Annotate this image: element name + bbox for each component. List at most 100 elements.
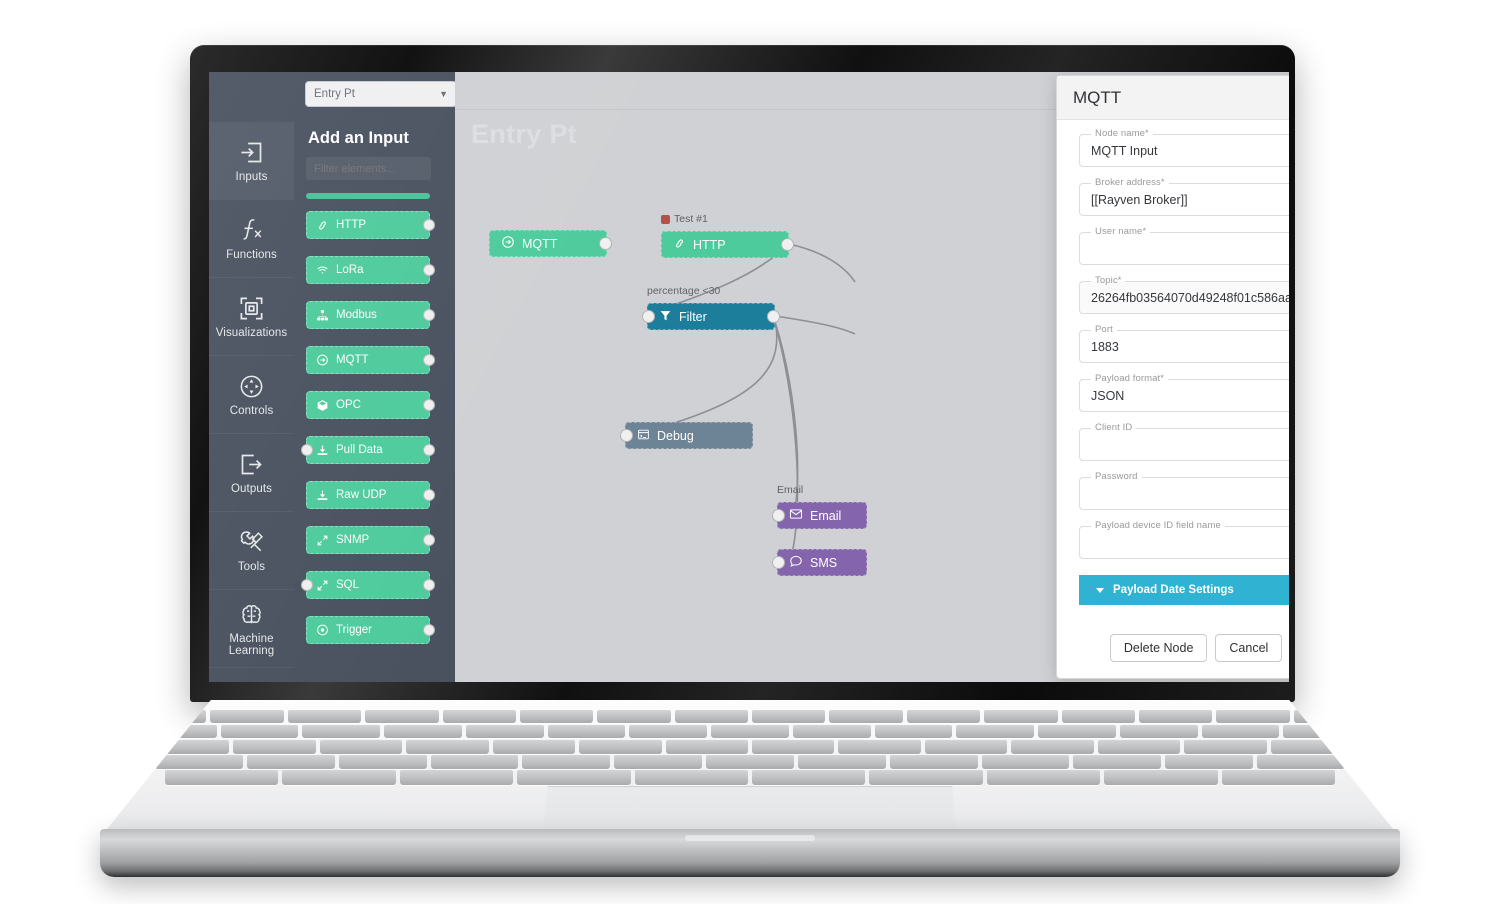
palette-item-label: HTTP [336,219,367,231]
input-port[interactable] [642,310,655,323]
output-port[interactable] [423,399,435,411]
output-port[interactable] [423,264,435,276]
filter-elements-input[interactable] [306,157,431,180]
field-payload-device-id[interactable]: Payload device ID field name [1079,520,1289,559]
field-payload-format[interactable]: Payload format* JSON [1079,373,1289,412]
keyboard-key [629,725,708,739]
palette-item-snmp[interactable]: SNMP [306,526,435,554]
sidebar-item-outputs[interactable]: Outputs [209,434,294,512]
delete-node-button[interactable]: Delete Node [1109,634,1208,662]
canvas-node-http[interactable]: HTTP [661,231,794,258]
output-port[interactable] [767,310,780,323]
output-port[interactable] [423,579,435,591]
output-port[interactable] [599,237,612,250]
node-tag-label: Test #1 [674,213,708,225]
keyboard-key [139,725,217,739]
terminal-icon [637,428,650,444]
input-port[interactable] [772,556,785,569]
keyboard-key [1104,770,1218,785]
canvas-node-debug[interactable]: Debug [620,422,753,449]
output-port[interactable] [781,238,794,251]
output-port[interactable] [423,219,435,231]
palette-item-trigger[interactable]: Trigger [306,616,435,644]
input-port[interactable] [301,579,313,591]
field-broker-address[interactable]: Broker address* [[Rayven Broker]] [1079,177,1289,216]
keyboard-key [442,710,516,723]
palette-item-http[interactable]: HTTP [306,211,435,239]
palette-item-partial[interactable] [306,193,430,199]
input-port[interactable] [772,509,785,522]
sidebar-item-functions[interactable]: Functions [209,200,294,278]
output-port[interactable] [423,309,435,321]
palette-item-label: SQL [336,579,360,591]
keyboard-key [302,725,381,739]
palette-item-sql[interactable]: SQL [301,571,435,599]
sidebar-item-inputs[interactable]: Inputs [209,122,294,200]
keyboard-key [246,755,335,770]
field-client-id[interactable]: Client ID [1079,422,1289,461]
palette-item-label: OPC [336,399,361,411]
laptop-base [0,700,1500,890]
keyboard-key [1038,725,1116,739]
sidebar-item-tools[interactable]: Tools [209,512,294,590]
tools-icon [238,528,266,556]
payload-date-settings-accordion[interactable]: Payload Date Settings [1079,575,1289,605]
palette-item-lora[interactable]: LoRa [306,256,435,284]
palette-item-modbus[interactable]: Modbus [306,301,435,329]
funnel-icon [659,309,672,325]
input-port[interactable] [301,444,313,456]
keyboard-key [829,710,903,723]
output-port[interactable] [423,489,435,501]
flow-canvas[interactable]: Entry Pt Test #1 percentage <30 MQTT HTT… [455,72,1289,682]
field-user-name[interactable]: User name* [1079,226,1289,265]
input-port[interactable] [620,429,633,442]
output-port[interactable] [423,354,435,366]
canvas-node-label: HTTP [693,237,726,252]
laptop-base-front [100,829,1400,877]
field-port[interactable]: Port 1883 [1079,324,1289,363]
arrow-circle-right-icon [316,354,329,367]
keyboard-key [579,740,662,754]
sidebar-item-label: Machine Learning [228,632,275,657]
download-icon [316,444,329,457]
modal-title: MQTT [1073,87,1122,107]
envelope-icon [789,507,803,524]
palette-item-list: HTTP LoRa Modbus MQTT OPC Pull Data Raw … [301,193,443,644]
keyboard-key [924,740,1008,754]
palette-item-raw-udp[interactable]: Raw UDP [306,481,435,509]
output-port[interactable] [423,444,435,456]
palette-item-opc[interactable]: OPC [306,391,435,419]
canvas-node-label: Debug [657,428,694,443]
cancel-button[interactable]: Cancel [1215,634,1283,662]
palette-item-mqtt[interactable]: MQTT [306,346,435,374]
field-password[interactable]: Password [1079,471,1289,510]
brain-icon [238,601,265,628]
palette-title: Add an Input [308,129,409,147]
keyboard-key [1216,710,1290,723]
keyboard-key [133,710,207,723]
canvas-node-filter[interactable]: Filter [642,303,780,330]
keyboard-key [465,725,544,739]
field-node-name[interactable]: Node name* MQTT Input [1079,128,1289,167]
keyboard-key [634,770,748,785]
keyboard-key [519,710,594,723]
sidebar-item-visualizations[interactable]: Visualizations [209,278,294,356]
output-port[interactable] [423,624,435,636]
canvas-node-mqtt[interactable]: MQTT [489,230,612,257]
canvas-node-label: SMS [810,555,838,570]
field-topic[interactable]: Topic* 26264fb03564070d49248f01c586aaa6e… [1079,275,1289,314]
canvas-node-label: MQTT [522,236,558,251]
sidebar-item-machine-learning[interactable]: Machine Learning [209,590,294,668]
edge-label-percentage: percentage <30 [647,285,721,297]
canvas-node-label: Filter [679,309,707,324]
keyboard-key [711,725,789,739]
field-value: JSON [1091,388,1125,403]
palette-item-pull-data[interactable]: Pull Data [301,436,435,464]
sidebar-item-controls[interactable]: Controls [209,356,294,434]
canvas-node-sms[interactable]: SMS [772,549,867,576]
palette-item-label: LoRa [336,264,364,276]
output-port[interactable] [423,534,435,546]
project-selector[interactable]: Entry Pt ▼ [305,81,455,107]
canvas-node-email[interactable]: Email [772,502,867,529]
keyboard-key [1097,740,1181,754]
